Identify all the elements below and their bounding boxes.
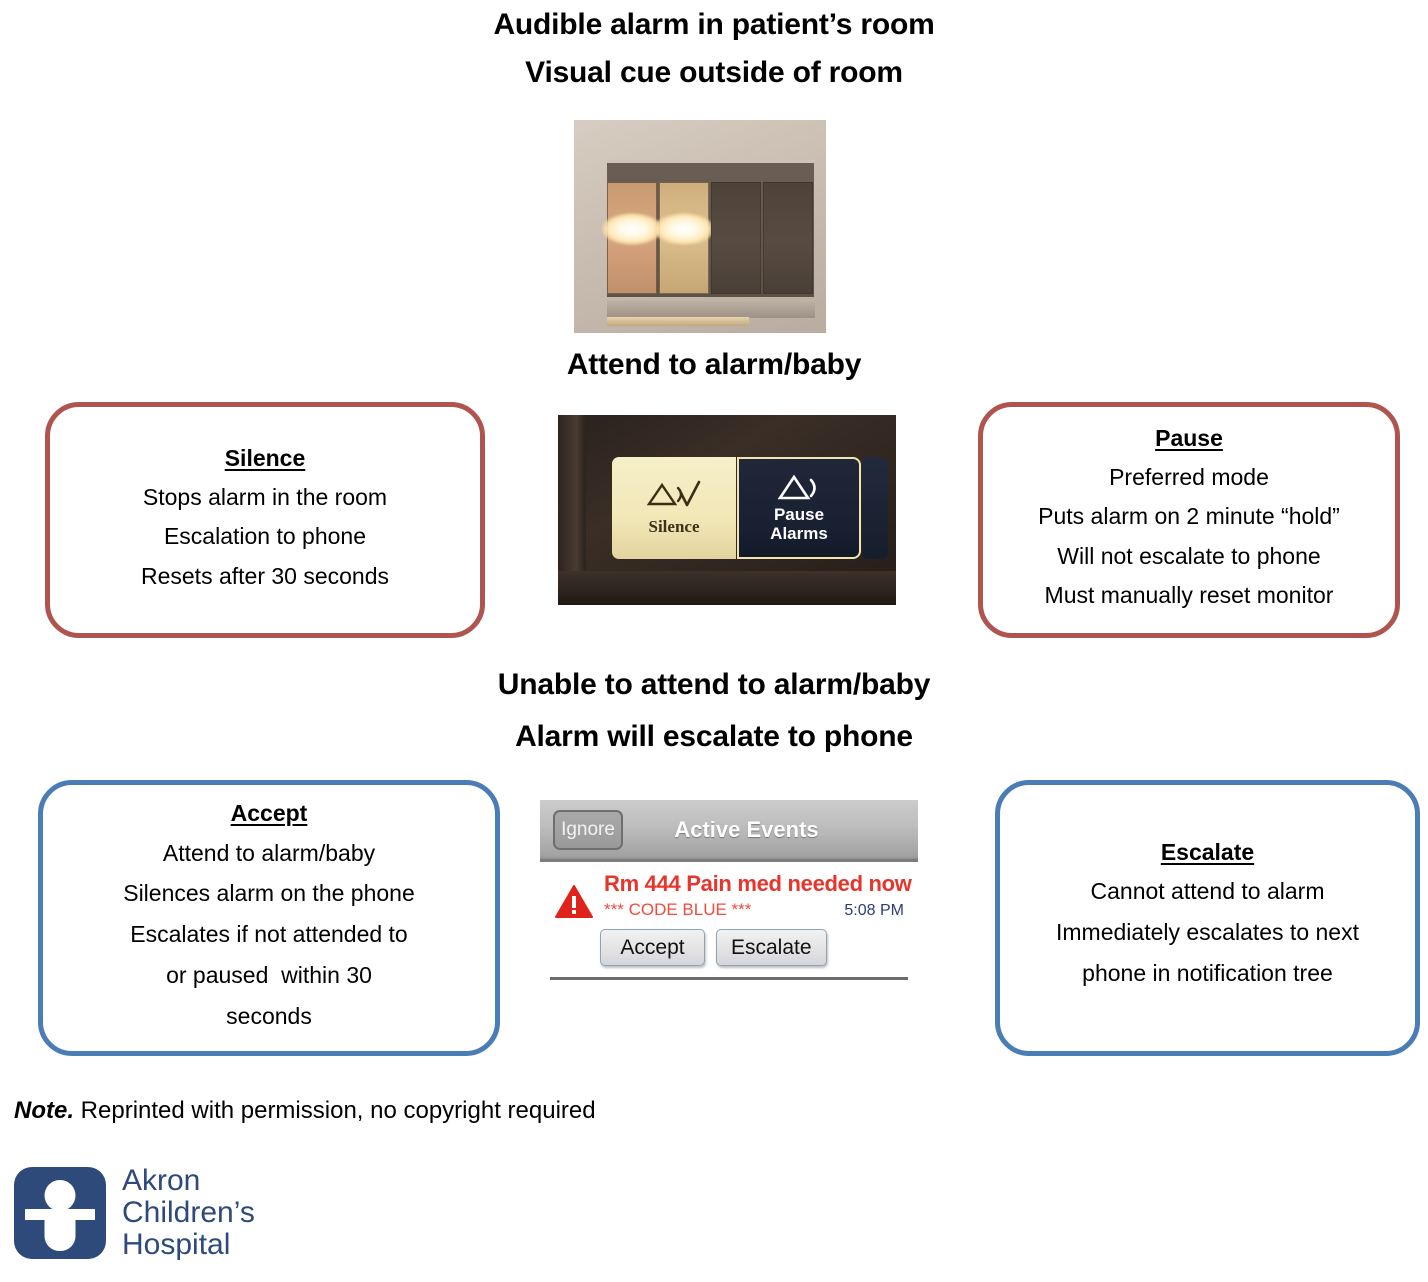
note-reprint-permission: Note. Reprinted with permission, no copy… [14,1097,596,1125]
callout-line: Puts alarm on 2 minute “hold” [1038,503,1340,530]
callout-line: Must manually reset monitor [1044,582,1334,609]
callout-line: Cannot attend to alarm [1090,878,1325,905]
callout-line: seconds [226,1003,312,1030]
monitor-silence-button[interactable]: Silence [612,457,736,559]
callout-title-pause: Pause [1155,425,1223,452]
callout-box-escalate: Escalate Cannot attend to alarm Immediat… [995,780,1420,1056]
callout-box-accept: Accept Attend to alarm/baby Silences ala… [38,780,500,1056]
phone-alert-priority: *** CODE BLUE *** [604,900,752,919]
callout-line: Escalates if not attended to [130,921,408,948]
monitor-pause-label-line1: Pause [773,505,825,525]
callout-line: phone in notification tree [1082,960,1333,987]
phone-alert-body: Rm 444 Pain med needed now *** CODE BLUE… [540,862,918,980]
photo-monitor-alarm-buttons: Silence Pause Alarms [558,415,896,605]
phone-action-buttons: Accept Escalate [600,929,918,966]
alarm-triangle-sound-icon [776,473,822,503]
heading-audible-alarm: Audible alarm in patient’s room [493,8,935,41]
callout-line: Preferred mode [1109,463,1269,490]
heading-visual-cue: Visual cue outside of room [525,56,903,89]
bulb-glow-icon [654,213,714,246]
logo-line-2: Children’s [122,1196,255,1230]
monitor-silence-label: Silence [648,516,700,536]
callout-box-pause: Pause Preferred mode Puts alarm on 2 min… [978,402,1400,638]
indicator-light-off-2 [763,182,813,294]
heading-unable-to-attend: Unable to attend to alarm/baby [497,668,931,701]
phone-alert-message: Rm 444 Pain med needed now [604,871,912,896]
bulb-glow-icon [602,213,662,246]
heading-alarm-escalates-to-phone: Alarm will escalate to phone [515,720,913,753]
callout-line: Silences alarm on the phone [123,880,415,907]
callout-line: Attend to alarm/baby [162,839,376,866]
akron-childrens-hospital-logo: Akron Children’s Hospital [14,1164,255,1262]
phone-alert-subrow: *** CODE BLUE *** 5:08 PM [604,900,918,920]
note-text: Reprinted with permission, no copyright … [74,1097,596,1124]
light-panel-underlip [607,317,749,326]
phone-screen-title: Active Events [674,816,819,842]
phone-alert-timestamp: 5:08 PM [844,902,904,919]
monitor-bezel-bottom [558,571,896,605]
light-panel-cells [602,182,815,294]
light-panel-undershelf [607,300,815,318]
phone-ignore-button[interactable]: Ignore [553,809,623,850]
monitor-adjacent-button [862,457,888,559]
heading-attend-to-alarm: Attend to alarm/baby [566,348,862,381]
child-figure-body [44,1220,76,1252]
callout-line: Immediately escalates to next [1056,919,1359,946]
callout-line: or paused within 30 [166,962,372,989]
phone-list-divider [550,977,908,980]
monitor-pause-alarms-button[interactable]: Pause Alarms [737,457,861,559]
phone-header-bar: Ignore Active Events [540,800,918,862]
photo-phone-active-events: Ignore Active Events Rm 444 Pain med nee… [540,800,918,1000]
callout-box-silence: Silence Stops alarm in the room Escalati… [45,402,485,638]
warning-triangle-icon [554,884,594,925]
callout-line: Escalation to phone [163,523,367,550]
monitor-pause-label: Pause Alarms [770,505,828,543]
logo-wordmark: Akron Children’s Hospital [122,1164,255,1262]
logo-line-3: Hospital [122,1228,231,1262]
note-prefix: Note. [14,1097,74,1124]
alarm-triangle-check-icon [645,480,703,510]
child-figure-head [44,1180,76,1212]
indicator-light-lit-2 [654,182,714,294]
callout-line: Will not escalate to phone [1057,542,1321,569]
photo-hallway-indicator-light [574,120,826,333]
callout-title-accept: Accept [230,799,308,826]
phone-accept-button[interactable]: Accept [600,929,705,966]
monitor-pause-label-line2: Alarms [770,523,828,543]
indicator-light-off-1 [711,182,761,294]
callout-line: Stops alarm in the room [142,483,388,510]
callout-title-escalate: Escalate [1160,838,1255,865]
indicator-light-lit-1 [602,182,662,294]
callout-escalate-inner: Escalate Cannot attend to alarm Immediat… [1056,838,1359,995]
child-figure-icon [14,1167,106,1260]
callout-title-silence: Silence [224,444,306,471]
callout-line: Resets after 30 seconds [140,562,390,589]
phone-escalate-button[interactable]: Escalate [716,929,827,966]
logo-line-1: Akron [122,1164,201,1197]
child-figure-arms [25,1209,95,1221]
